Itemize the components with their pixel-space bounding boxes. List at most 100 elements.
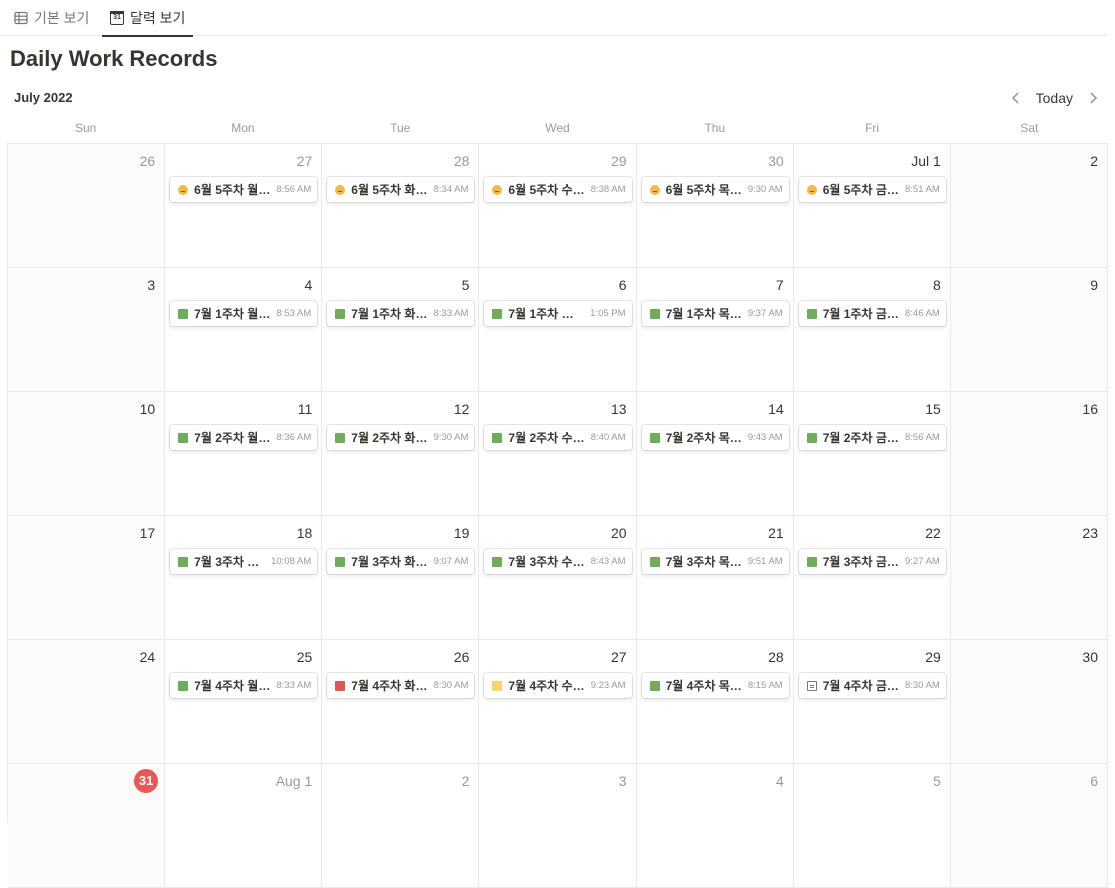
today-button[interactable]: Today: [1032, 90, 1077, 106]
event-card[interactable]: 6월 5주차 수요일 8:38 AM: [484, 177, 632, 202]
table-icon: [14, 11, 28, 25]
day-number: 6: [1090, 773, 1098, 789]
calendar-day-cell[interactable]: 13 7월 2주차 수요일 8:40 AM: [479, 392, 637, 516]
event-title: 7월 3주차 수요일: [508, 555, 584, 569]
calendar-day-cell[interactable]: 31: [8, 764, 166, 888]
calendar-day-cell[interactable]: 9: [950, 268, 1108, 392]
calendar-day-cell[interactable]: 18 7월 3주차 월요일 10:08 AM: [165, 516, 323, 640]
event-card[interactable]: 7월 3주차 화요일 9:07 AM: [327, 549, 475, 574]
event-title: 7월 4주차 월요일: [194, 679, 270, 693]
chevron-left-icon[interactable]: [1008, 90, 1024, 106]
view-tabs: 기본 보기 31 달력 보기: [0, 0, 1108, 37]
calendar-day-cell[interactable]: 16: [950, 392, 1108, 516]
event-title: 6월 5주차 수요일: [508, 183, 584, 197]
calendar-day-cell[interactable]: 3: [8, 268, 166, 392]
calendar-day-cell[interactable]: 19 7월 3주차 화요일 9:07 AM: [322, 516, 480, 640]
calendar-day-cell[interactable]: 15 7월 2주차 금요일 8:56 AM: [793, 392, 951, 516]
tab-label: 달력 보기: [130, 10, 186, 26]
calendar-day-cell[interactable]: 29 7월 4주차 금요일 8:30 AM: [793, 640, 951, 764]
yellow-square-icon: [492, 680, 503, 691]
calendar-day-cell[interactable]: 22 7월 3주차 금요일 9:27 AM: [793, 516, 951, 640]
calendar-day-cell[interactable]: 29 6월 5주차 수요일 8:38 AM: [479, 144, 637, 268]
weekday-label: Sat: [1020, 121, 1039, 135]
event-card[interactable]: 6월 5주차 금요일 8:51 AM: [798, 177, 946, 202]
calendar-day-cell[interactable]: 23: [950, 516, 1108, 640]
event-title: 7월 2주차 수요일: [508, 431, 584, 445]
day-number: 18: [296, 525, 313, 541]
tab-basic-view[interactable]: 기본 보기: [14, 0, 89, 36]
tab-calendar-view[interactable]: 31 달력 보기: [102, 0, 194, 37]
green-square-icon: [178, 556, 189, 567]
calendar-day-cell[interactable]: 28 6월 5주차 화요일 8:34 AM: [322, 144, 480, 268]
red-square-icon: [335, 680, 346, 691]
event-title: 7월 2주차 월요일: [194, 431, 270, 445]
calendar-day-cell[interactable]: 27 6월 5주차 월요일 8:56 AM: [165, 144, 323, 268]
event-time: 9:37 AM: [747, 308, 783, 319]
event-time: 1:05 PM: [590, 308, 626, 319]
event-card[interactable]: 7월 3주차 월요일 10:08 AM: [170, 549, 318, 574]
event-card[interactable]: 7월 1주차 수요일 1:05 PM: [484, 301, 632, 326]
day-number: 4: [775, 773, 784, 789]
event-card[interactable]: 7월 2주차 목요일 9:43 AM: [641, 425, 789, 450]
calendar-day-cell[interactable]: 14 7월 2주차 목요일 9:43 AM: [636, 392, 794, 516]
event-card[interactable]: 7월 3주차 수요일 8:43 AM: [484, 549, 632, 574]
calendar-day-cell[interactable]: 8 7월 1주차 금요일 8:46 AM: [793, 268, 951, 392]
calendar-day-cell[interactable]: 4: [636, 764, 794, 888]
event-card[interactable]: 6월 5주차 목요일 9:30 AM: [641, 177, 789, 202]
calendar-day-cell[interactable]: 4 7월 1주차 월요일 8:53 AM: [165, 268, 323, 392]
calendar-day-cell[interactable]: 26: [8, 144, 166, 268]
calendar-day-cell[interactable]: 11 7월 2주차 월요일 8:36 AM: [165, 392, 323, 516]
event-card[interactable]: 7월 1주차 월요일 8:53 AM: [170, 301, 318, 326]
calendar-day-cell[interactable]: 2: [950, 144, 1108, 268]
event-card[interactable]: 7월 3주차 목요일 9:51 AM: [641, 549, 789, 574]
calendar-day-cell[interactable]: 26 7월 4주차 화요일 8:30 AM: [322, 640, 480, 764]
calendar-day-cell[interactable]: 20 7월 3주차 수요일 8:43 AM: [479, 516, 637, 640]
event-card[interactable]: 6월 5주차 화요일 8:34 AM: [327, 177, 475, 202]
event-card[interactable]: 7월 2주차 수요일 8:40 AM: [484, 425, 632, 450]
event-card[interactable]: 7월 3주차 금요일 9:27 AM: [798, 549, 946, 574]
chevron-right-icon[interactable]: [1085, 90, 1101, 106]
event-card[interactable]: 7월 4주차 월요일 8:33 AM: [170, 673, 318, 698]
calendar-day-cell[interactable]: 10: [8, 392, 166, 516]
calendar-day-cell[interactable]: 3: [479, 764, 637, 888]
calendar-day-cell[interactable]: 17: [8, 516, 166, 640]
event-card[interactable]: 7월 4주차 금요일 8:30 AM: [798, 673, 946, 698]
green-square-icon: [649, 680, 660, 691]
event-card[interactable]: 7월 1주차 목요일 9:37 AM: [641, 301, 789, 326]
calendar-day-cell[interactable]: 21 7월 3주차 목요일 9:51 AM: [636, 516, 794, 640]
calendar-day-cell[interactable]: 24: [8, 640, 166, 764]
event-card[interactable]: 7월 2주차 금요일 8:56 AM: [798, 425, 946, 450]
event-card[interactable]: 7월 2주차 화요일 9:30 AM: [327, 425, 475, 450]
calendar-day-cell[interactable]: 30: [950, 640, 1108, 764]
event-card[interactable]: 7월 4주차 화요일 8:30 AM: [327, 673, 475, 698]
green-square-icon: [492, 556, 503, 567]
calendar-day-cell[interactable]: 12 7월 2주차 화요일 9:30 AM: [322, 392, 480, 516]
day-number: 28: [768, 649, 784, 665]
weekday-label: Thu: [704, 121, 726, 135]
calendar-day-cell[interactable]: 28 7월 4주차 목요일 8:15 AM: [636, 640, 794, 764]
day-number: 27: [296, 153, 313, 169]
tab-label: 기본 보기: [34, 10, 90, 26]
day-number: 29: [925, 649, 941, 665]
calendar-day-cell[interactable]: 6: [950, 764, 1108, 888]
calendar-day-cell[interactable]: 2: [322, 764, 480, 888]
event-card[interactable]: 7월 4주차 수요일 9:23 AM: [484, 673, 632, 698]
calendar-day-cell[interactable]: 7 7월 1주차 목요일 9:37 AM: [636, 268, 794, 392]
today-date-badge: 31: [134, 769, 159, 793]
calendar-day-cell[interactable]: 25 7월 4주차 월요일 8:33 AM: [165, 640, 323, 764]
calendar-day-cell[interactable]: 27 7월 4주차 수요일 9:23 AM: [479, 640, 637, 764]
event-time: 8:40 AM: [590, 432, 626, 443]
event-card[interactable]: 6월 5주차 월요일 8:56 AM: [170, 177, 318, 202]
day-number: 25: [296, 649, 313, 665]
calendar-day-cell[interactable]: Aug 1: [165, 764, 323, 888]
calendar-day-cell[interactable]: 6 7월 1주차 수요일 1:05 PM: [479, 268, 637, 392]
day-number: 15: [925, 401, 941, 417]
event-card[interactable]: 7월 1주차 화요일 8:33 AM: [327, 301, 475, 326]
event-card[interactable]: 7월 2주차 월요일 8:36 AM: [170, 425, 318, 450]
calendar-day-cell[interactable]: Jul 1 6월 5주차 금요일 8:51 AM: [793, 144, 951, 268]
event-card[interactable]: 7월 4주차 목요일 8:15 AM: [641, 673, 789, 698]
calendar-day-cell[interactable]: 30 6월 5주차 목요일 9:30 AM: [636, 144, 794, 268]
calendar-day-cell[interactable]: 5 7월 1주차 화요일 8:33 AM: [322, 268, 480, 392]
event-card[interactable]: 7월 1주차 금요일 8:46 AM: [798, 301, 946, 326]
calendar-day-cell[interactable]: 5: [793, 764, 951, 888]
